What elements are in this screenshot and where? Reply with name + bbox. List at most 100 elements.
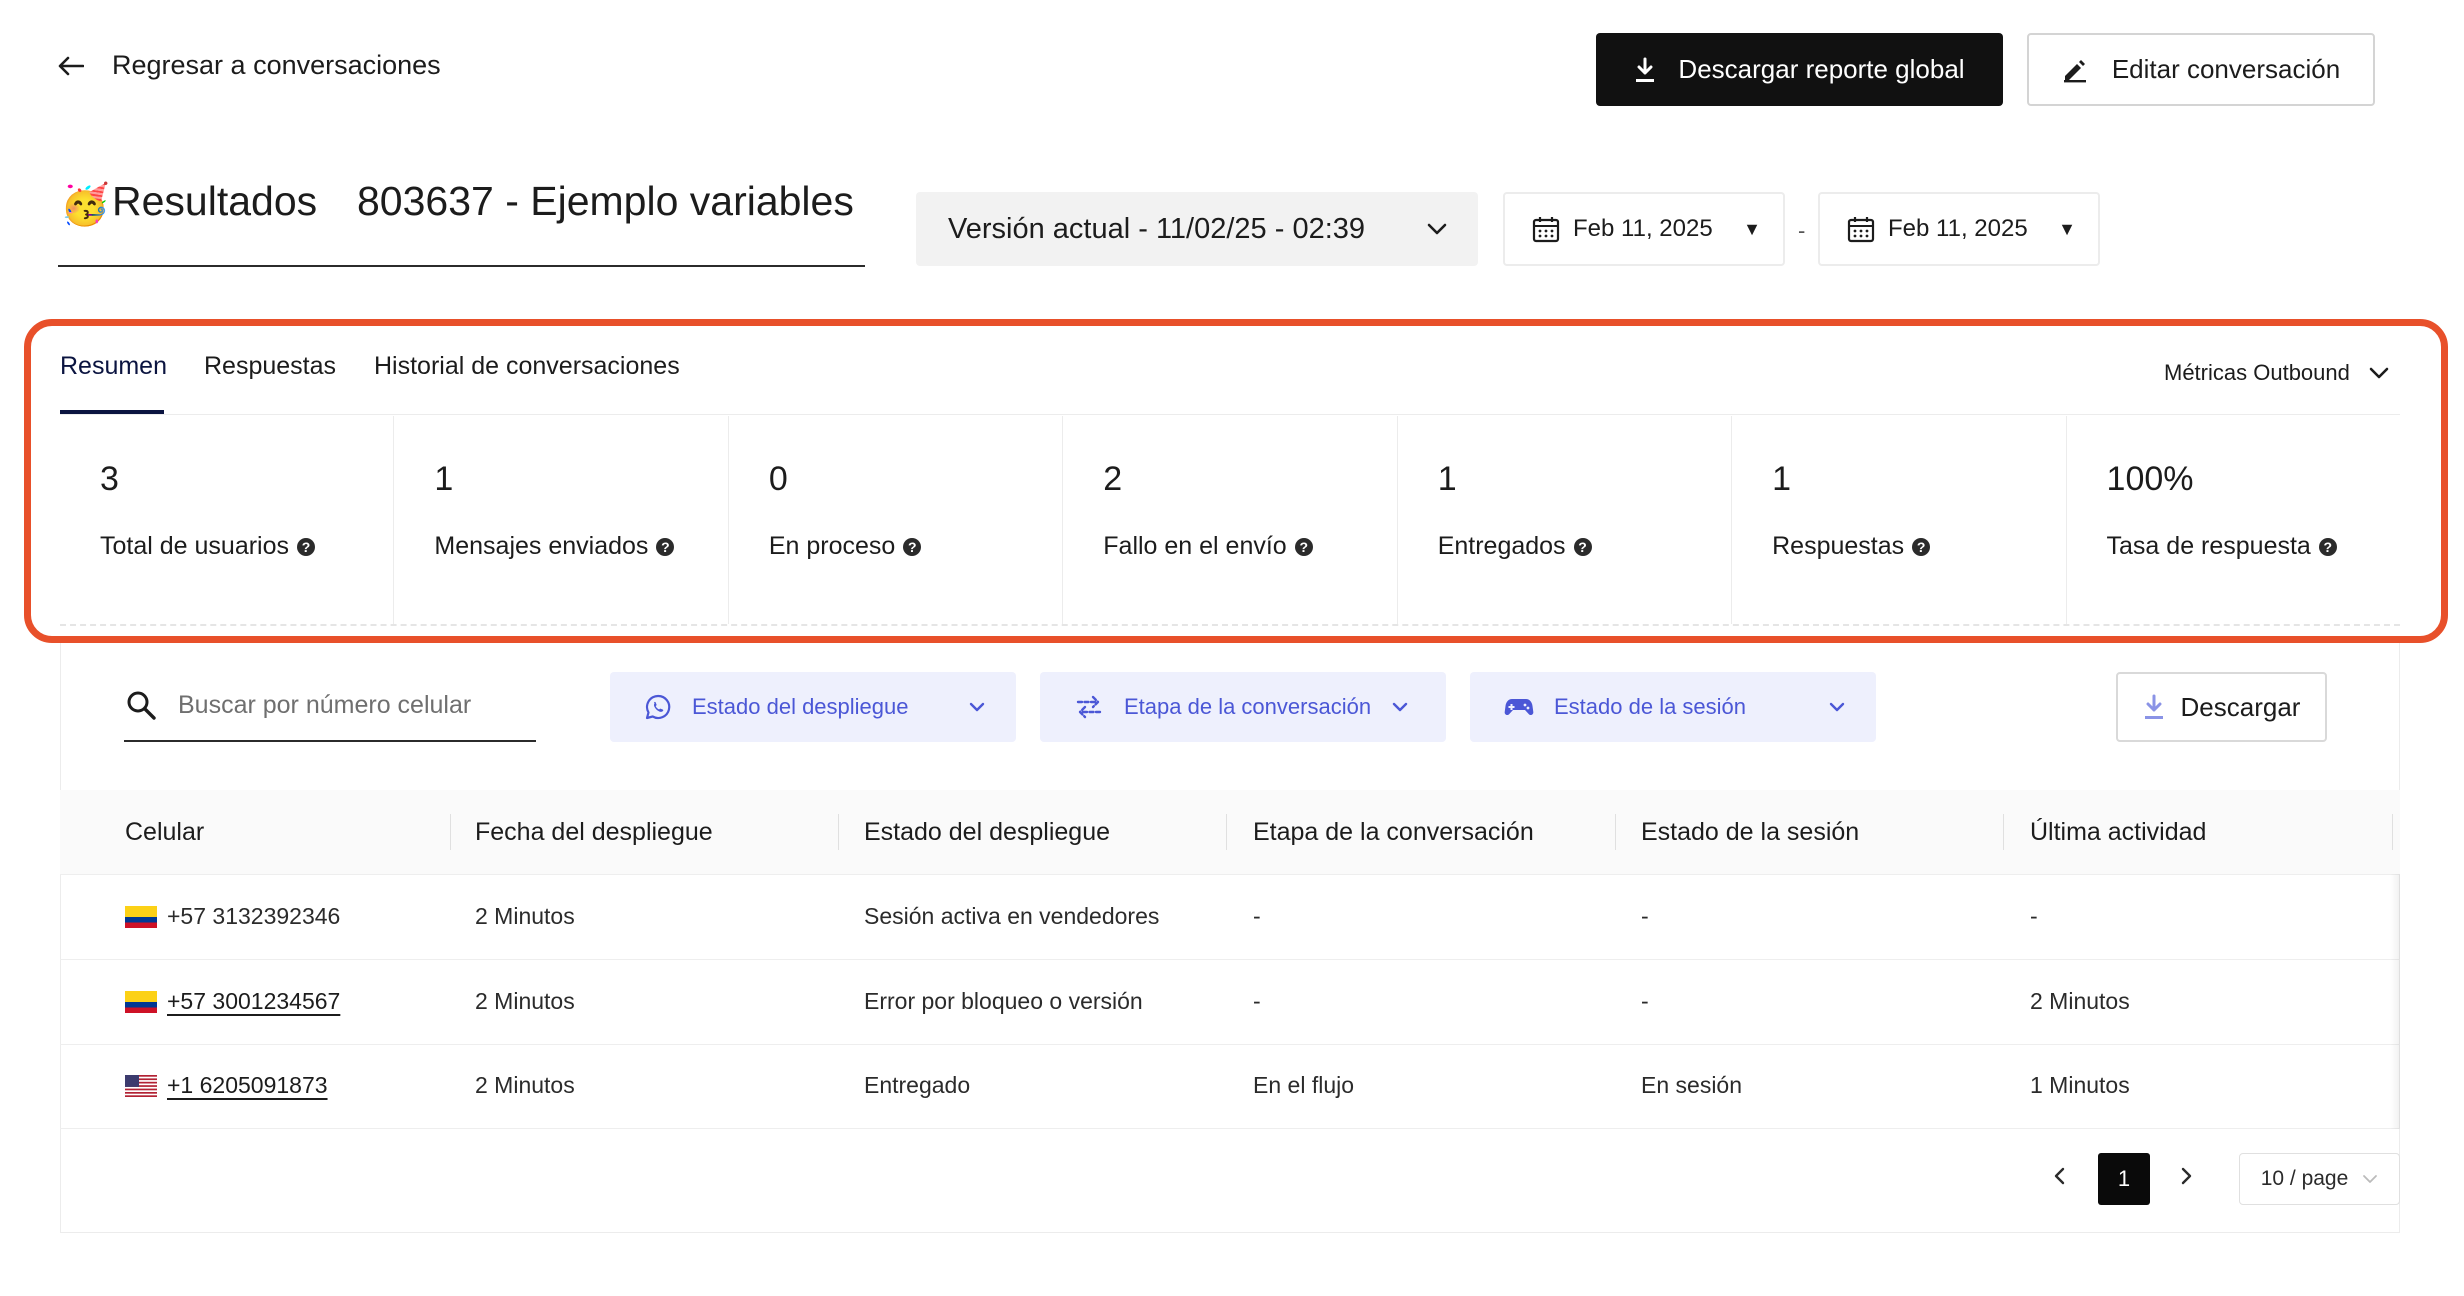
table-row[interactable]: +1 6205091873 2 Minutos Entregado En el … <box>60 1044 2400 1129</box>
tab-resumen[interactable]: Resumen <box>60 352 167 381</box>
download-button[interactable]: Descargar <box>2116 672 2327 742</box>
phone-link[interactable]: +57 3001234567 <box>167 988 340 1015</box>
column-divider <box>2003 814 2004 850</box>
filter-deploy-status[interactable]: Estado del despliegue <box>610 672 1016 742</box>
filter-session-status[interactable]: Estado de la sesión <box>1470 672 1876 742</box>
column-header[interactable]: Etapa de la conversación <box>1253 818 1534 847</box>
current-page-button[interactable]: 1 <box>2098 1153 2150 1205</box>
previous-page-icon[interactable] <box>2052 1164 2068 1188</box>
calendar-icon <box>1846 214 1876 244</box>
tab-respuestas[interactable]: Respuestas <box>204 352 336 381</box>
gamepad-icon <box>1504 695 1534 719</box>
column-divider <box>1615 814 1616 850</box>
metric-label: Respuestas <box>1772 532 1905 560</box>
filter-conversation-stage[interactable]: Etapa de la conversación <box>1040 672 1446 742</box>
end-date-picker[interactable]: Feb 11, 2025 ▼ <box>1818 192 2100 266</box>
metrics-type-select[interactable]: Métricas Outbound <box>2164 360 2390 386</box>
chevron-down-icon <box>1426 222 1448 236</box>
help-icon[interactable]: ? <box>1912 537 1931 556</box>
download-label: Descargar <box>2180 691 2301 722</box>
filter-session-status-label: Estado de la sesión <box>1554 694 1747 719</box>
phone-cell: +57 3132392346 <box>125 903 340 930</box>
help-icon[interactable]: ? <box>2318 537 2337 556</box>
arrow-left-icon <box>58 56 84 76</box>
metric-label: Tasa de respuesta <box>2106 532 2311 560</box>
usa-flag-icon <box>125 1074 157 1097</box>
download-global-report-button[interactable]: Descargar reporte global <box>1596 33 2003 106</box>
next-page-icon[interactable] <box>2178 1164 2194 1188</box>
colombia-flag-icon <box>125 990 157 1013</box>
help-icon[interactable]: ? <box>297 537 316 556</box>
deploy-status-cell: Sesión activa en vendedores <box>864 903 1160 929</box>
metric-send-failures: 2 Fallo en el envío? <box>1063 416 1398 624</box>
column-divider <box>2392 814 2393 850</box>
back-link[interactable]: Regresar a conversaciones <box>58 50 441 81</box>
chevron-down-icon <box>1828 701 1846 713</box>
help-icon[interactable]: ? <box>1573 537 1592 556</box>
deploy-date-cell: 2 Minutos <box>475 1072 575 1098</box>
help-icon[interactable]: ? <box>1294 537 1313 556</box>
metric-value: 3 <box>100 460 119 498</box>
metric-total-users: 3 Total de usuarios? <box>60 416 395 624</box>
version-select[interactable]: Versión actual - 11/02/25 - 02:39 <box>916 192 1478 266</box>
metric-response-rate: 100% Tasa de respuesta? <box>2067 416 2400 624</box>
swap-arrows-icon <box>1074 694 1104 720</box>
start-date-picker[interactable]: Feb 11, 2025 ▼ <box>1503 192 1785 266</box>
column-header[interactable]: Última actividad <box>2030 818 2206 847</box>
page-size-value: 10 / page <box>2260 1167 2349 1190</box>
deploy-date-cell: 2 Minutos <box>475 903 575 929</box>
column-header[interactable]: Estado del despliegue <box>864 818 1110 847</box>
edit-conversation-button[interactable]: Editar conversación <box>2027 33 2375 106</box>
party-face-icon: 🥳 <box>60 183 110 227</box>
phone-cell: +1 6205091873 <box>125 1072 328 1099</box>
colombia-flag-icon <box>125 905 157 928</box>
caret-down-icon: ▼ <box>1743 218 1761 239</box>
back-link-label: Regresar a conversaciones <box>112 50 441 80</box>
session-cell: En sesión <box>1641 1072 1743 1098</box>
caret-down-icon: ▼ <box>2058 218 2076 239</box>
chevron-down-icon <box>1391 701 1409 713</box>
phone-link[interactable]: +1 6205091873 <box>167 1072 328 1099</box>
date-range-separator: - <box>1798 218 1806 243</box>
metric-value: 1 <box>1437 460 1457 498</box>
tab-historial[interactable]: Historial de conversaciones <box>374 352 680 381</box>
metrics-type-label: Métricas Outbound <box>2164 360 2350 385</box>
version-select-value: Versión actual - 11/02/25 - 02:39 <box>948 212 1366 245</box>
table-row[interactable]: +57 3001234567 2 Minutos Error por bloqu… <box>60 960 2400 1045</box>
metric-delivered: 1 Entregados? <box>1398 416 1733 624</box>
column-header[interactable]: Estado de la sesión <box>1641 818 1859 847</box>
last-activity-cell: 1 Minutos <box>2030 1072 2130 1098</box>
metric-value: 2 <box>1103 460 1123 498</box>
search-icon <box>126 690 156 720</box>
phone-search[interactable] <box>124 670 536 742</box>
metric-label: Fallo en el envío <box>1103 532 1287 560</box>
chevron-down-icon <box>968 701 986 713</box>
metric-responses: 1 Respuestas? <box>1732 416 2067 624</box>
download-icon <box>1634 57 1656 83</box>
end-date-value: Feb 11, 2025 <box>1888 215 2028 242</box>
column-header[interactable]: Fecha del despliegue <box>475 818 713 847</box>
session-cell: - <box>1641 988 1649 1014</box>
calendar-icon <box>1531 214 1561 244</box>
page-size-select[interactable]: 10 / page <box>2239 1153 2400 1205</box>
column-header[interactable]: Celular <box>125 818 204 847</box>
deploy-status-cell: Error por bloqueo o versión <box>864 988 1143 1014</box>
table-row[interactable]: +57 3132392346 2 Minutos Sesión activa e… <box>60 875 2400 960</box>
whatsapp-icon <box>644 693 672 721</box>
horizontal-scroll-shadow <box>2390 874 2400 1129</box>
session-cell: - <box>1641 903 1649 929</box>
last-activity-cell: 2 Minutos <box>2030 988 2130 1014</box>
phone-search-input[interactable] <box>176 689 520 721</box>
help-icon[interactable]: ? <box>656 537 675 556</box>
download-global-report-label: Descargar reporte global <box>1678 54 1965 84</box>
table-header: Celular Fecha del despliegue Estado del … <box>60 790 2400 875</box>
column-divider <box>1226 814 1227 850</box>
metric-value: 1 <box>1772 460 1792 498</box>
metrics-panel: 3 Total de usuarios? 1 Mensajes enviados… <box>60 416 2400 626</box>
metric-label: En proceso <box>768 532 896 560</box>
page-title: Resultados <box>112 178 318 224</box>
edit-conversation-label: Editar conversación <box>2111 54 2341 84</box>
help-icon[interactable]: ? <box>903 537 922 556</box>
metric-value: 0 <box>768 460 788 498</box>
filter-conversation-stage-label: Etapa de la conversación <box>1124 694 1372 719</box>
